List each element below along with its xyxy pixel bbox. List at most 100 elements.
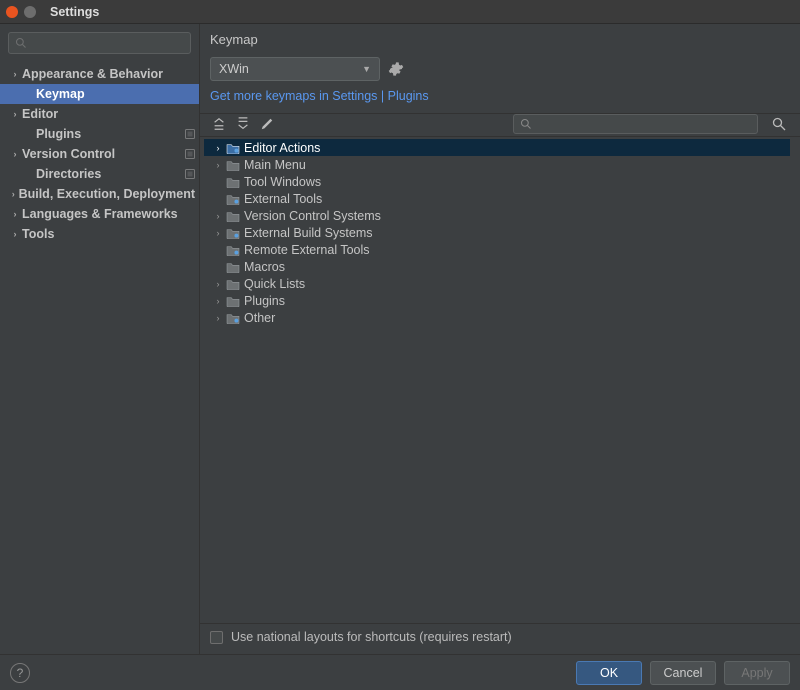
tree-row-remote-external-tools[interactable]: Remote External Tools <box>204 241 790 258</box>
tree-row-external-tools[interactable]: External Tools <box>204 190 790 207</box>
chevron-right-icon: › <box>212 211 224 221</box>
sidebar-item-plugins[interactable]: Plugins <box>0 124 199 144</box>
tree-row-macros[interactable]: Macros <box>204 258 790 275</box>
chevron-down-icon: ▼ <box>362 64 371 74</box>
tree-row-version-control-systems[interactable]: › Version Control Systems <box>204 207 790 224</box>
collapse-all-button[interactable] <box>234 115 252 133</box>
apply-button[interactable]: Apply <box>724 661 790 685</box>
cancel-button[interactable]: Cancel <box>650 661 716 685</box>
keymap-scheme-combo[interactable]: XWin ▼ <box>210 57 380 81</box>
sidebar-search-input[interactable] <box>8 32 191 54</box>
get-more-keymaps-link: Get more keymaps in Settings | Plugins <box>200 85 800 113</box>
tree-tool-row <box>200 113 800 137</box>
tree-row-label: Remote External Tools <box>244 243 370 257</box>
tree-row-label: Macros <box>244 260 285 274</box>
folder-icon <box>226 261 240 273</box>
ok-button[interactable]: OK <box>576 661 642 685</box>
dialog-footer: ? OK Cancel Apply <box>0 654 800 690</box>
sidebar-item-build-execution-deployment[interactable]: ›Build, Execution, Deployment <box>0 184 199 204</box>
chevron-right-icon: › <box>212 279 224 289</box>
titlebar: Settings <box>0 0 800 24</box>
sidebar-item-label: Keymap <box>36 87 85 101</box>
folder-special-icon <box>226 244 240 256</box>
national-layouts-label: Use national layouts for shortcuts (requ… <box>231 630 512 644</box>
tree-row-label: Version Control Systems <box>244 209 381 223</box>
project-scope-icon <box>185 129 195 139</box>
chevron-right-icon: › <box>212 160 224 170</box>
sidebar-item-label: Appearance & Behavior <box>22 67 163 81</box>
keymap-scheme-value: XWin <box>219 62 249 76</box>
sidebar-item-label: Directories <box>36 167 101 181</box>
find-by-shortcut-button[interactable] <box>768 114 790 134</box>
folder-icon <box>226 176 240 188</box>
search-icon <box>520 118 532 130</box>
folder-icon <box>226 159 240 171</box>
folder-special-icon <box>226 227 240 239</box>
folder-icon <box>226 210 240 222</box>
sidebar-item-label: Build, Execution, Deployment <box>19 187 195 201</box>
chevron-right-icon: › <box>212 143 224 153</box>
tree-row-label: Quick Lists <box>244 277 305 291</box>
page-title: Keymap <box>200 24 800 53</box>
project-scope-icon <box>185 149 195 159</box>
tree-row-label: Other <box>244 311 275 325</box>
gear-icon <box>388 61 404 77</box>
collapse-all-icon <box>236 117 250 131</box>
help-button[interactable]: ? <box>10 663 30 683</box>
chevron-right-icon: › <box>10 229 20 239</box>
tree-row-quick-lists[interactable]: › Quick Lists <box>204 275 790 292</box>
tree-row-main-menu[interactable]: › Main Menu <box>204 156 790 173</box>
settings-sidebar: ›Appearance & BehaviorKeymap›EditorPlugi… <box>0 24 200 654</box>
sidebar-item-languages-frameworks[interactable]: ›Languages & Frameworks <box>0 204 199 224</box>
tree-row-label: Main Menu <box>244 158 306 172</box>
national-layouts-checkbox[interactable] <box>210 631 223 644</box>
folder-special-icon <box>226 193 240 205</box>
tree-search-input[interactable] <box>513 114 758 134</box>
sidebar-item-appearance-behavior[interactable]: ›Appearance & Behavior <box>0 64 199 84</box>
tree-row-label: External Tools <box>244 192 322 206</box>
window-close-button[interactable] <box>6 6 18 18</box>
tree-row-label: Editor Actions <box>244 141 320 155</box>
find-shortcut-icon <box>771 116 787 132</box>
window-maximize-button[interactable] <box>24 6 36 18</box>
folder-special-icon <box>226 312 240 324</box>
chevron-right-icon: › <box>10 69 20 79</box>
sidebar-item-directories[interactable]: Directories <box>0 164 199 184</box>
plugins-link[interactable]: Plugins <box>388 89 429 103</box>
tree-row-plugins[interactable]: › Plugins <box>204 292 790 309</box>
sidebar-item-label: Version Control <box>22 147 115 161</box>
sidebar-item-tools[interactable]: ›Tools <box>0 224 199 244</box>
expand-all-button[interactable] <box>210 115 228 133</box>
sidebar-item-label: Editor <box>22 107 58 121</box>
folder-icon <box>226 278 240 290</box>
scheme-actions-gear[interactable] <box>388 61 404 77</box>
national-layouts-row: Use national layouts for shortcuts (requ… <box>200 623 800 654</box>
keymap-tree[interactable]: › Editor Actions › Main Menu Tool Windows Ext… <box>200 137 800 623</box>
sidebar-item-label: Plugins <box>36 127 81 141</box>
window-title: Settings <box>50 5 99 19</box>
folder-icon <box>226 295 240 307</box>
tree-row-tool-windows[interactable]: Tool Windows <box>204 173 790 190</box>
chevron-right-icon: › <box>10 109 20 119</box>
tree-row-external-build-systems[interactable]: ›External Build Systems <box>204 224 790 241</box>
sidebar-item-editor[interactable]: ›Editor <box>0 104 199 124</box>
settings-link[interactable]: Settings <box>332 89 377 103</box>
sidebar-item-keymap[interactable]: Keymap <box>0 84 199 104</box>
tree-row-label: Plugins <box>244 294 285 308</box>
main-panel: Keymap XWin ▼ Get more keymaps in Settin… <box>200 24 800 654</box>
sidebar-nav: ›Appearance & BehaviorKeymap›EditorPlugi… <box>0 62 199 246</box>
pencil-icon <box>260 117 274 131</box>
edit-shortcut-button[interactable] <box>258 115 276 133</box>
chevron-right-icon: › <box>212 313 224 323</box>
chevron-right-icon: › <box>10 189 17 199</box>
sidebar-item-version-control[interactable]: ›Version Control <box>0 144 199 164</box>
tree-row-editor-actions[interactable]: › Editor Actions <box>204 139 790 156</box>
tree-row-label: External Build Systems <box>244 226 373 240</box>
chevron-right-icon: › <box>10 209 20 219</box>
tree-row-label: Tool Windows <box>244 175 321 189</box>
chevron-right-icon: › <box>212 296 224 306</box>
sidebar-item-label: Tools <box>22 227 54 241</box>
project-scope-icon <box>185 169 195 179</box>
tree-row-other[interactable]: › Other <box>204 309 790 326</box>
search-icon <box>15 37 27 49</box>
